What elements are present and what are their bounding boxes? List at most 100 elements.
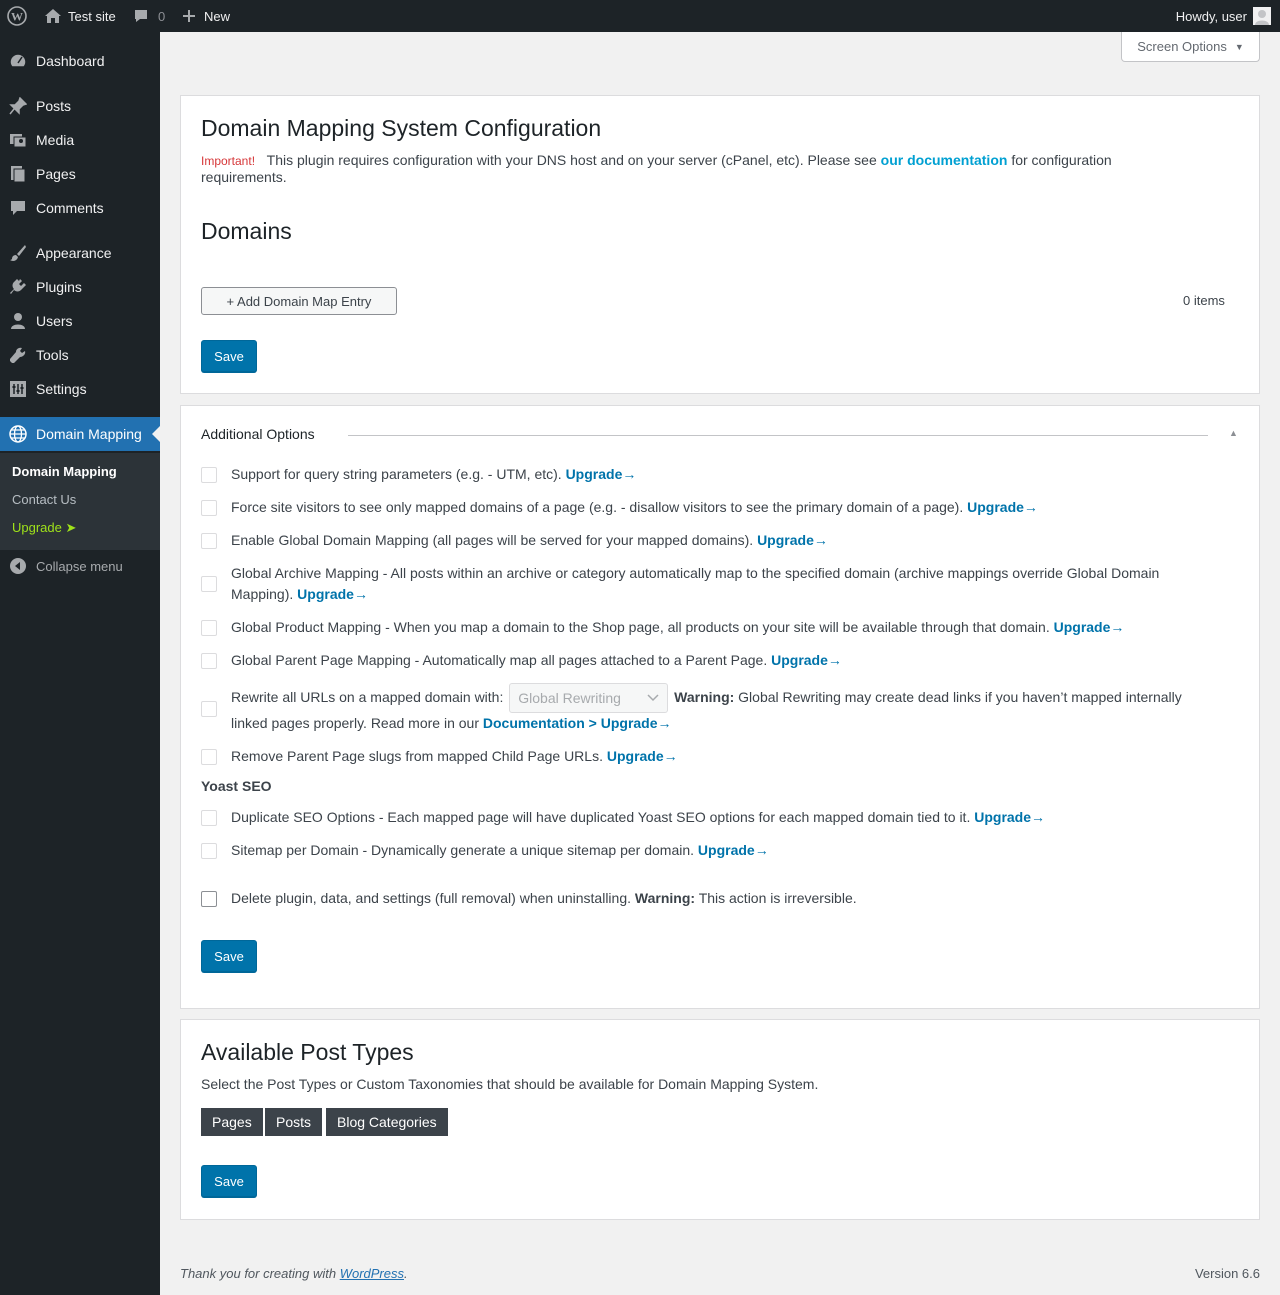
notice-text-line2: requirements.: [201, 169, 287, 185]
add-domain-map-entry-button[interactable]: + Add Domain Map Entry: [201, 287, 397, 315]
sidebar-item-comments[interactable]: Comments: [0, 191, 160, 225]
documentation-upgrade-link[interactable]: Documentation > Upgrade→: [483, 715, 672, 731]
pages-icon: [0, 165, 36, 183]
admin-sidebar: Dashboard Posts Media Pages Comments App…: [0, 32, 160, 1295]
post-type-tag-posts[interactable]: Posts: [265, 1108, 323, 1136]
sidebar-item-label: Dashboard: [36, 53, 105, 69]
save-domains-button[interactable]: Save: [201, 340, 257, 372]
warning-text: Global Rewriting may create dead links i…: [738, 689, 1182, 705]
wordpress-link[interactable]: WordPress: [340, 1266, 404, 1281]
brush-icon: [0, 244, 36, 262]
sidebar-item-pages[interactable]: Pages: [0, 157, 160, 191]
collapse-arrow-icon: [0, 557, 36, 575]
settings-icon: [0, 380, 36, 398]
documentation-link[interactable]: our documentation: [881, 152, 1008, 168]
option-checkbox[interactable]: [201, 500, 217, 516]
rewrite-mode-select[interactable]: Global Rewriting: [509, 683, 669, 714]
upgrade-link[interactable]: Upgrade→: [757, 532, 828, 548]
option-checkbox[interactable]: [201, 533, 217, 549]
submenu-item-domain-mapping[interactable]: Domain Mapping: [12, 464, 117, 479]
media-icon: [0, 131, 36, 149]
warning-label: Warning:: [634, 890, 696, 906]
screen-options-button[interactable]: Screen Options ▼: [1121, 32, 1260, 62]
important-label: Important!: [201, 154, 256, 168]
post-type-tag-blog-categories[interactable]: Blog Categories: [326, 1108, 448, 1136]
sidebar-item-settings[interactable]: Settings: [0, 372, 160, 406]
option-checkbox[interactable]: [201, 701, 217, 717]
footer-thanks: Thank you for creating with WordPress.: [180, 1266, 408, 1281]
post-types-heading: Available Post Types: [201, 1039, 414, 1065]
sidebar-item-media[interactable]: Media: [0, 123, 160, 157]
collapse-toggle-icon[interactable]: ▲: [1229, 428, 1238, 438]
option-text: linked pages properly. Read more in our: [231, 715, 479, 731]
option-checkbox[interactable]: [201, 749, 217, 765]
chevron-down-icon: [647, 694, 659, 702]
collapse-menu-button[interactable]: Collapse menu: [0, 556, 123, 576]
globe-icon: [0, 424, 36, 444]
option-global-domain-mapping: Enable Global Domain Mapping (all pages …: [231, 530, 828, 551]
option-text: Sitemap per Domain - Dynamically generat…: [231, 842, 695, 858]
sidebar-item-dashboard[interactable]: Dashboard: [0, 44, 160, 78]
option-duplicate-seo: Duplicate SEO Options - Each mapped page…: [231, 807, 1045, 828]
site-home-link[interactable]: Test site: [44, 0, 116, 32]
warning-label: Warning:: [674, 689, 735, 705]
delete-data-checkbox[interactable]: [201, 891, 217, 907]
option-text: Delete plugin, data, and settings (full …: [231, 890, 632, 906]
domain-mapping-submenu: Domain Mapping Contact Us Upgrade ➤: [0, 453, 160, 550]
post-type-tag-pages[interactable]: Pages: [201, 1108, 263, 1136]
option-text: Force site visitors to see only mapped d…: [231, 499, 964, 515]
option-text: Enable Global Domain Mapping (all pages …: [231, 532, 754, 548]
sidebar-item-label: Tools: [36, 347, 69, 363]
upgrade-link[interactable]: Upgrade→: [566, 466, 637, 482]
option-remove-parent-slugs: Remove Parent Page slugs from mapped Chi…: [231, 746, 678, 767]
option-checkbox[interactable]: [201, 843, 217, 859]
save-post-types-button[interactable]: Save: [201, 1165, 257, 1197]
option-checkbox[interactable]: [201, 653, 217, 669]
upgrade-link[interactable]: Upgrade→: [974, 809, 1045, 825]
sidebar-item-label: Users: [36, 313, 73, 329]
sidebar-item-posts[interactable]: Posts: [0, 89, 160, 123]
upgrade-link[interactable]: Upgrade→: [771, 652, 842, 668]
option-global-parent-page-mapping: Global Parent Page Mapping - Automatical…: [231, 650, 842, 671]
upgrade-link[interactable]: Upgrade→: [967, 499, 1038, 515]
sidebar-item-appearance[interactable]: Appearance: [0, 236, 160, 270]
option-checkbox[interactable]: [201, 620, 217, 636]
new-label: New: [204, 8, 231, 24]
submenu-item-contact-us[interactable]: Contact Us: [12, 492, 76, 507]
notice-text-after: for configuration: [1011, 152, 1112, 168]
user-icon: [0, 312, 36, 330]
sidebar-item-users[interactable]: Users: [0, 304, 160, 338]
sidebar-item-label: Comments: [36, 200, 104, 216]
sidebar-item-domain-mapping[interactable]: Domain Mapping: [0, 417, 160, 451]
wordpress-logo-icon[interactable]: W: [7, 0, 27, 32]
comments-count: 0: [158, 8, 166, 24]
upgrade-link[interactable]: Upgrade→: [297, 586, 368, 602]
option-text: Support for query string parameters (e.g…: [231, 466, 562, 482]
submenu-item-upgrade[interactable]: Upgrade ➤: [12, 520, 76, 536]
wrench-icon: [0, 346, 36, 364]
notice-text: This plugin requires configuration with …: [266, 152, 877, 168]
comments-link[interactable]: 0: [133, 0, 165, 32]
comments-icon: [0, 199, 36, 217]
option-text-cont: Mapping).: [231, 586, 294, 602]
sidebar-item-label: Appearance: [36, 245, 112, 261]
option-text: Remove Parent Page slugs from mapped Chi…: [231, 748, 603, 764]
upgrade-link[interactable]: Upgrade→: [1054, 619, 1125, 635]
option-text: Global Parent Page Mapping - Automatical…: [231, 652, 768, 668]
sidebar-item-tools[interactable]: Tools: [0, 338, 160, 372]
page-title: Domain Mapping System Configuration: [201, 115, 602, 141]
option-checkbox[interactable]: [201, 576, 217, 592]
save-additional-options-button[interactable]: Save: [201, 940, 257, 972]
option-checkbox[interactable]: [201, 810, 217, 826]
pin-icon: [0, 97, 36, 115]
upgrade-link[interactable]: Upgrade→: [607, 748, 678, 764]
items-count: 0 items: [1183, 293, 1225, 308]
rewrite-line-2: linked pages properly. Read more in our …: [231, 713, 672, 734]
my-account-link[interactable]: Howdy, user: [1176, 0, 1271, 32]
option-query-string: Support for query string parameters (e.g…: [231, 464, 636, 485]
upgrade-link[interactable]: Upgrade→: [698, 842, 769, 858]
new-content-link[interactable]: New: [182, 0, 230, 32]
option-checkbox[interactable]: [201, 467, 217, 483]
sidebar-item-plugins[interactable]: Plugins: [0, 270, 160, 304]
option-global-product-mapping: Global Product Mapping - When you map a …: [231, 617, 1124, 638]
